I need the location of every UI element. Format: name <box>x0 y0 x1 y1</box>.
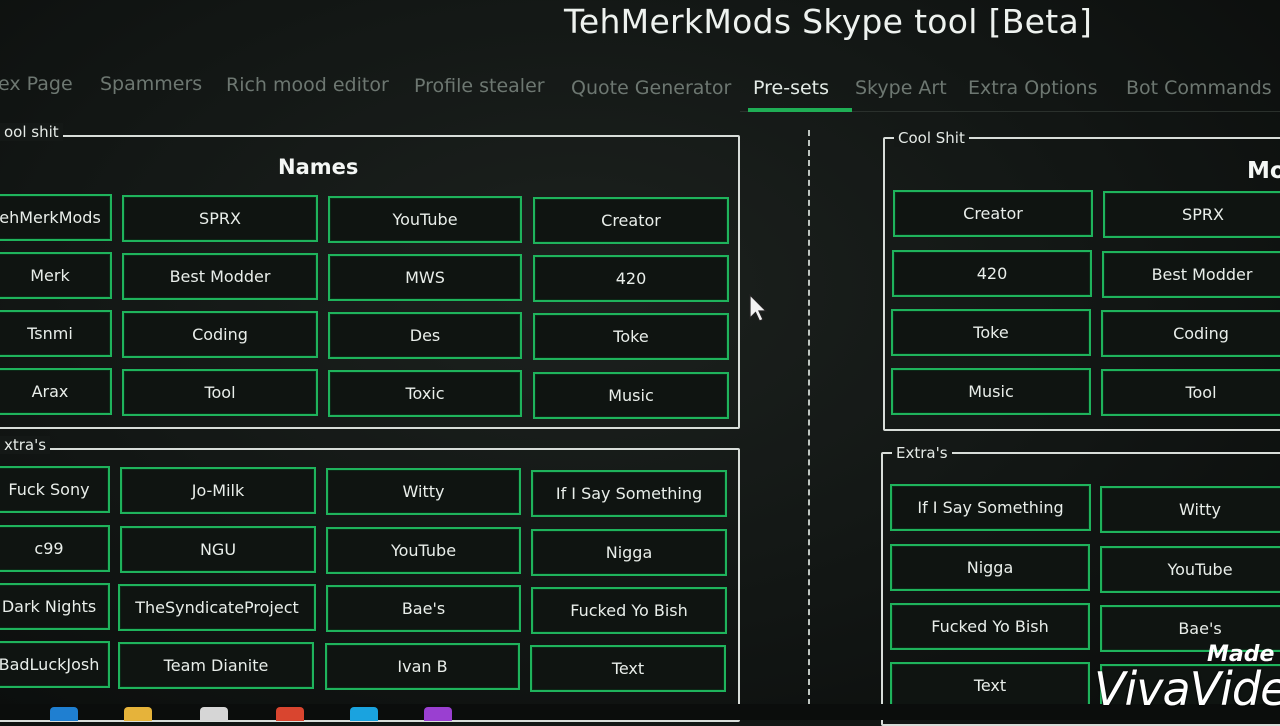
preset-button[interactable]: Best Modder <box>1102 251 1280 298</box>
mouse-cursor-icon <box>749 294 768 322</box>
chrome-icon[interactable] <box>276 707 304 721</box>
preset-button[interactable]: Nigga <box>531 529 727 576</box>
preset-button[interactable]: Toke <box>891 309 1091 356</box>
preset-button[interactable]: Nigga <box>890 544 1090 591</box>
left-cool-shit-label: ool shit <box>0 123 63 141</box>
preset-button[interactable]: Best Modder <box>122 253 318 300</box>
tab-pre-sets[interactable]: Pre-sets <box>753 76 829 100</box>
active-tab-indicator <box>748 108 852 112</box>
tab-quote-generator[interactable]: Quote Generator <box>571 76 731 100</box>
preset-button[interactable]: BadLuckJosh <box>0 641 110 688</box>
taskbar <box>0 704 1280 720</box>
preset-button[interactable]: Coding <box>122 311 318 358</box>
preset-button[interactable]: Des <box>328 312 522 359</box>
preset-button[interactable]: YouTube <box>328 196 522 243</box>
names-title: Names <box>278 155 359 179</box>
preset-button[interactable]: YouTube <box>326 527 521 574</box>
left-extras-label: xtra's <box>0 436 51 454</box>
preset-button[interactable]: Dark Nights <box>0 583 110 630</box>
preset-button[interactable]: Fucked Yo Bish <box>531 587 727 634</box>
preset-button[interactable]: Merk <box>0 252 112 299</box>
preset-button[interactable]: Tool <box>122 369 318 416</box>
preset-button[interactable]: Fuck Sony <box>0 466 110 513</box>
preset-button[interactable]: Team Dianite <box>118 642 314 689</box>
store-icon[interactable] <box>200 707 228 721</box>
preset-button[interactable]: Ivan B <box>325 643 520 690</box>
window-title: TehMerkMods Skype tool [Beta] <box>564 2 1093 41</box>
tab-skype-art[interactable]: Skype Art <box>855 76 947 100</box>
preset-button[interactable]: Coding <box>1101 310 1280 357</box>
preset-button[interactable]: SPRX <box>122 195 318 242</box>
tab-profile-stealer[interactable]: Profile stealer <box>414 74 545 98</box>
right-extras-label: Extra's <box>892 444 952 462</box>
watermark-vivavideo: VivaVide <box>1094 662 1280 716</box>
preset-button[interactable]: SPRX <box>1103 191 1280 238</box>
preset-button[interactable]: If I Say Something <box>890 484 1091 531</box>
preset-button[interactable]: Tsnmi <box>0 310 112 357</box>
preset-button[interactable]: 420 <box>533 255 729 302</box>
preset-button[interactable]: Fucked Yo Bish <box>890 603 1090 650</box>
preset-button[interactable]: c99 <box>0 525 110 572</box>
tab-bar: ex Page Spammers Rich mood editor Profil… <box>0 72 1280 112</box>
preset-button[interactable]: Music <box>891 368 1091 415</box>
preset-button[interactable]: Creator <box>533 197 729 244</box>
preset-button[interactable]: TheSyndicateProject <box>118 584 316 631</box>
preset-button[interactable]: YouTube <box>1100 546 1280 593</box>
preset-button[interactable]: Witty <box>326 468 521 515</box>
preset-button[interactable]: ehMerkMods <box>0 194 112 241</box>
column-divider <box>808 130 810 705</box>
preset-button[interactable]: Witty <box>1100 486 1280 533</box>
app-icon[interactable] <box>424 707 452 721</box>
right-cool-shit-label: Cool Shit <box>894 129 969 147</box>
tab-extra-options[interactable]: Extra Options <box>968 76 1098 100</box>
right-group-title: Mo <box>1247 158 1280 184</box>
preset-button[interactable]: Creator <box>893 190 1093 237</box>
skype-icon[interactable] <box>350 707 378 721</box>
preset-button[interactable]: Tool <box>1101 369 1280 416</box>
preset-button[interactable]: Text <box>890 662 1090 709</box>
tab-rich-mood-editor[interactable]: Rich mood editor <box>226 73 389 97</box>
preset-button[interactable]: If I Say Something <box>531 470 727 517</box>
preset-button[interactable]: Bae's <box>326 585 521 632</box>
tab-index-page[interactable]: ex Page <box>0 72 73 96</box>
preset-button[interactable]: Text <box>530 645 726 692</box>
preset-button[interactable]: Toxic <box>328 370 522 417</box>
preset-button[interactable]: NGU <box>120 526 316 573</box>
preset-button[interactable]: MWS <box>328 254 522 301</box>
preset-button[interactable]: Music <box>533 372 729 419</box>
tab-spammers[interactable]: Spammers <box>100 72 202 96</box>
preset-button[interactable]: Arax <box>0 368 112 415</box>
folder-icon[interactable] <box>124 707 152 721</box>
preset-button[interactable]: Jo-Milk <box>120 467 316 514</box>
edge-icon[interactable] <box>50 707 78 721</box>
tab-bot-commands[interactable]: Bot Commands <box>1126 76 1272 100</box>
preset-button[interactable]: Toke <box>533 313 729 360</box>
preset-button[interactable]: 420 <box>892 250 1092 297</box>
